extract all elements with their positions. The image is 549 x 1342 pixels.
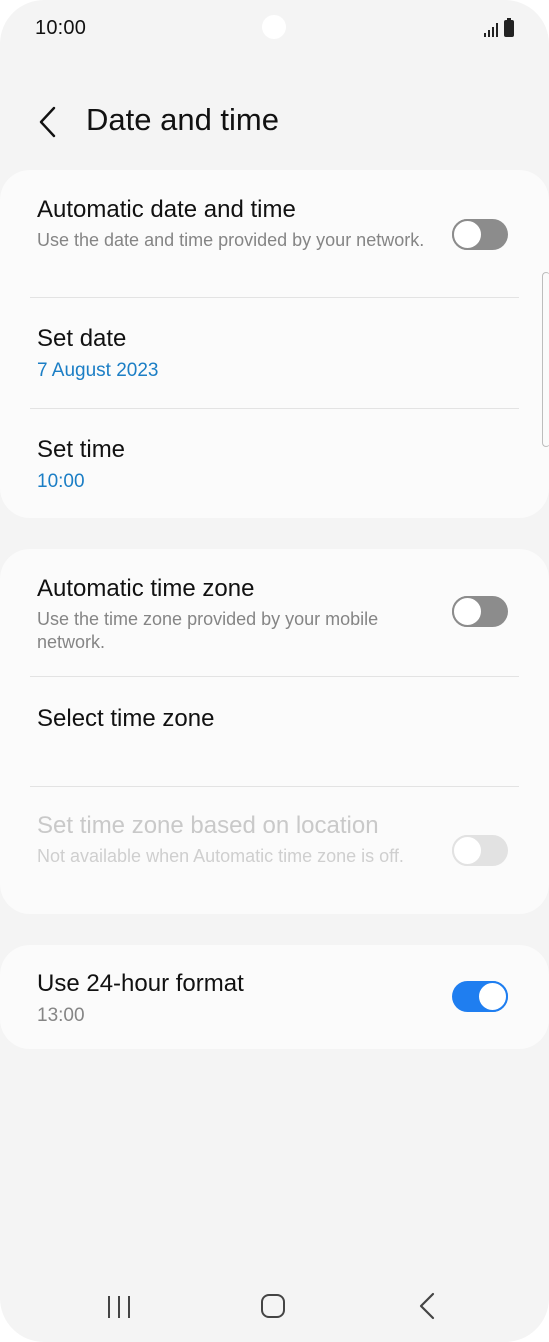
24-hour-format-toggle[interactable] (452, 981, 508, 1012)
automatic-date-time-title: Automatic date and time (37, 196, 296, 223)
time-zone-location-toggle (452, 835, 508, 866)
set-date-value: 7 August 2023 (37, 360, 159, 381)
status-time: 10:00 (35, 17, 87, 39)
select-time-zone-title: Select time zone (37, 705, 215, 732)
automatic-time-zone-subtitle: Use the time zone provided by your mobil… (37, 609, 379, 652)
select-time-zone-row[interactable]: Select time zone (0, 677, 549, 787)
back-button[interactable] (30, 100, 66, 144)
time-zone-location-subtitle: Not available when Automatic time zone i… (37, 846, 404, 866)
home-icon (261, 1294, 285, 1318)
back-icon (419, 1292, 435, 1320)
page-title: Date and time (86, 102, 279, 137)
status-icons (482, 18, 522, 38)
date-time-card: Automatic date and time Use the date and… (0, 170, 549, 518)
toggle-knob (452, 835, 483, 866)
phone-screen: 10:00 Date and time Automatic date and t… (0, 0, 549, 1342)
scrollbar[interactable] (542, 272, 549, 447)
battery-icon (504, 18, 514, 37)
time-zone-location-row: Set time zone based on location Not avai… (0, 787, 549, 914)
set-time-title: Set time (37, 436, 126, 463)
automatic-date-time-toggle[interactable] (452, 219, 508, 250)
chevron-left-icon (39, 106, 56, 138)
format-card: Use 24-hour format 13:00 (0, 945, 549, 1049)
time-zone-card: Automatic time zone Use the time zone pr… (0, 549, 549, 914)
recents-icon (108, 1296, 130, 1318)
24-hour-format-value: 13:00 (37, 1005, 85, 1026)
set-time-row[interactable]: Set time 10:00 (0, 409, 549, 518)
automatic-date-time-subtitle: Use the date and time provided by your n… (37, 230, 425, 250)
set-time-value: 10:00 (37, 471, 85, 492)
automatic-time-zone-title: Automatic time zone (37, 575, 255, 602)
toggle-knob (477, 981, 508, 1012)
camera-cutout (262, 15, 286, 39)
toggle-knob (452, 219, 483, 250)
set-date-row[interactable]: Set date 7 August 2023 (0, 298, 549, 408)
recents-button[interactable] (89, 1285, 149, 1329)
nav-back-button[interactable] (397, 1285, 457, 1329)
home-button[interactable] (243, 1285, 303, 1329)
automatic-time-zone-toggle[interactable] (452, 596, 508, 627)
automatic-time-zone-row[interactable]: Automatic time zone Use the time zone pr… (0, 549, 549, 676)
set-date-title: Set date (37, 325, 127, 352)
24-hour-format-title: Use 24-hour format (37, 970, 244, 997)
toggle-knob (452, 596, 483, 627)
24-hour-format-row[interactable]: Use 24-hour format 13:00 (0, 945, 549, 1049)
time-zone-location-title: Set time zone based on location (37, 812, 379, 839)
automatic-date-time-row[interactable]: Automatic date and time Use the date and… (0, 170, 549, 297)
